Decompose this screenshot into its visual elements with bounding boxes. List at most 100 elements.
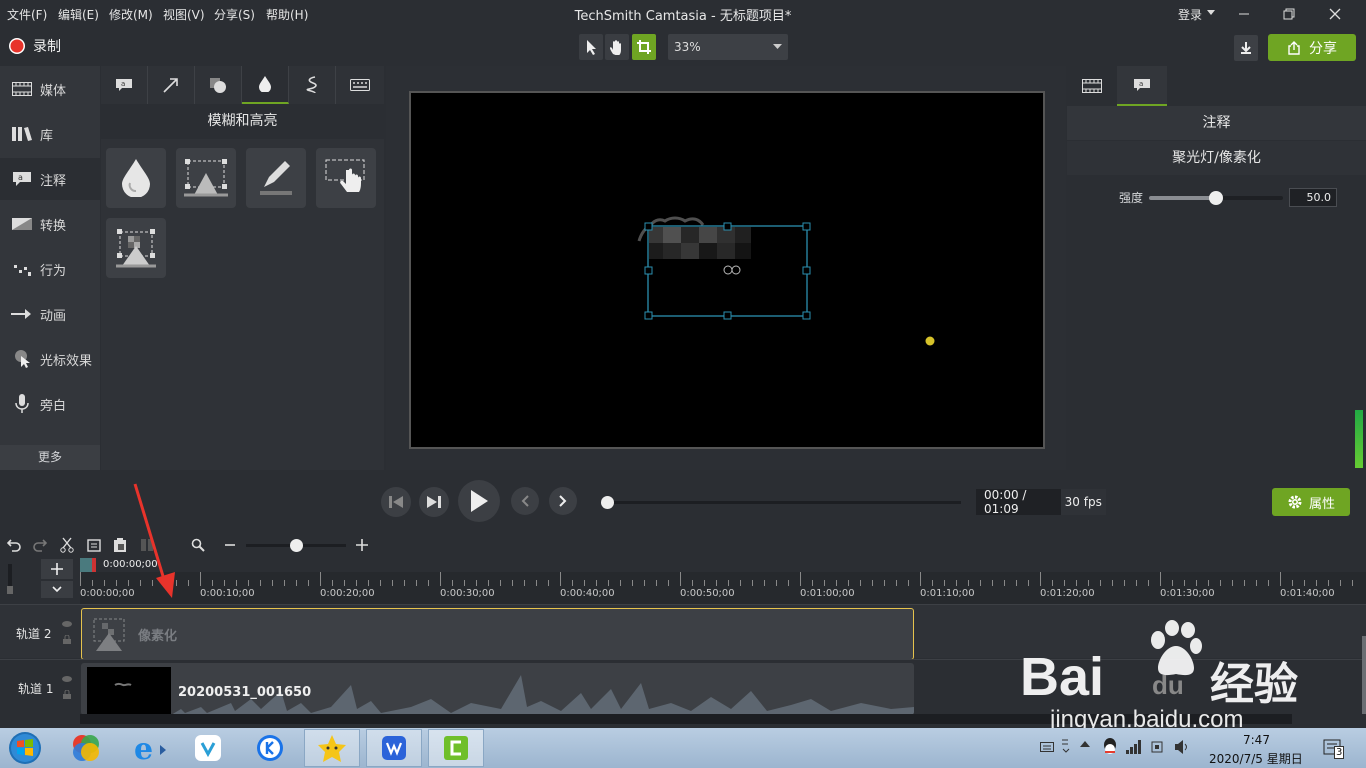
taskbar-app-k[interactable] [242, 729, 298, 767]
menu-help[interactable]: 帮助(H) [266, 6, 308, 23]
scissors-icon[interactable] [60, 537, 74, 553]
film-icon [10, 82, 34, 96]
tab-callouts[interactable]: a [101, 66, 148, 104]
pixelate-clip[interactable]: 像素化 [81, 608, 914, 660]
share-button[interactable]: 分享 [1268, 34, 1356, 61]
magnet-icon[interactable] [6, 564, 14, 596]
tab-blur-highlight[interactable] [242, 66, 289, 104]
eye-icon[interactable] [62, 676, 72, 682]
intensity-input[interactable]: 50.0 [1289, 188, 1337, 207]
menu-share[interactable]: 分享(S) [214, 6, 255, 23]
timeline-ruler[interactable]: 0:00:00;00 0:00:00;00 0:00:10;00 0:00:20;0… [80, 558, 1366, 604]
tab-shapes[interactable] [195, 66, 242, 104]
menu-edit[interactable]: 编辑(E) [58, 6, 99, 23]
ruler-tick-mark [104, 580, 105, 586]
tab-annotation-properties[interactable]: a [1117, 66, 1167, 106]
search-icon[interactable] [191, 538, 205, 552]
undo-icon[interactable] [7, 538, 21, 552]
eye-icon[interactable] [62, 621, 72, 627]
minimize-icon[interactable] [1238, 8, 1250, 20]
clock-time[interactable]: 7:47 [1243, 733, 1270, 747]
notification-center[interactable]: 3 [1322, 738, 1345, 759]
menu-file[interactable]: 文件(F) [7, 6, 47, 23]
copy-icon[interactable] [87, 538, 101, 552]
select-tool-icon[interactable] [579, 34, 603, 60]
step-forward-icon[interactable] [419, 487, 449, 517]
sidebar-item-media[interactable]: 媒体 [0, 68, 100, 110]
intensity-slider[interactable] [1149, 191, 1283, 205]
qq-icon[interactable] [1102, 737, 1118, 757]
restore-icon[interactable] [1283, 8, 1295, 20]
power-icon[interactable] [1150, 740, 1166, 754]
tab-sketch-motion[interactable] [289, 66, 336, 104]
menu-view[interactable]: 视图(V) [163, 6, 205, 23]
sidebar-item-annotations[interactable]: a 注释 [0, 158, 100, 200]
pixelate-tile[interactable] [106, 218, 166, 278]
tab-visual-properties[interactable] [1067, 66, 1117, 106]
collapse-tracks-button[interactable] [41, 581, 73, 598]
timeline-vscrollbar[interactable] [1362, 636, 1366, 714]
close-icon[interactable] [1329, 8, 1341, 20]
signal-icon[interactable] [1126, 740, 1142, 754]
sidebar-item-animations[interactable]: 动画 [0, 293, 100, 335]
ruler-tick-mark [200, 572, 201, 586]
interactive-hotspot-tile[interactable] [316, 148, 376, 208]
timeline-zoom-knob[interactable] [290, 539, 303, 552]
zoom-select[interactable]: 33% [668, 34, 788, 60]
properties-button[interactable]: 属性 [1272, 488, 1350, 516]
sidebar-item-transitions[interactable]: 转换 [0, 203, 100, 245]
start-button[interactable] [4, 729, 46, 767]
volume-icon[interactable] [1175, 740, 1189, 754]
lock-icon[interactable] [63, 690, 71, 699]
zoom-in-icon[interactable] [356, 538, 368, 552]
clip-label: 像素化 [138, 628, 178, 644]
show-hidden-icons[interactable] [1080, 740, 1090, 748]
keyboard-icon[interactable] [1040, 742, 1054, 752]
annotation-icon: a [10, 171, 34, 187]
crop-tool-icon[interactable] [632, 34, 656, 60]
sidebar-item-cursor-effects[interactable]: 光标效果 [0, 338, 100, 380]
lock-icon[interactable] [63, 635, 71, 644]
properties-subtitle: 聚光灯/像素化 [1067, 141, 1366, 175]
taskbar-app-camtasia[interactable] [428, 729, 484, 767]
language-icon[interactable] [1060, 736, 1072, 758]
ruler-tick-mark [884, 580, 885, 586]
video-clip[interactable]: 20200531_001650 [81, 663, 914, 715]
scrubber-knob[interactable] [601, 496, 614, 509]
intensity-slider-knob[interactable] [1209, 191, 1223, 205]
login-dropdown-icon[interactable] [1207, 10, 1215, 16]
spotlight-tile[interactable] [176, 148, 236, 208]
clock-date[interactable]: 2020/7/5 星期日 [1209, 750, 1303, 767]
taskbar-app-star[interactable] [304, 729, 360, 767]
play-button[interactable] [458, 480, 500, 522]
zoom-out-icon[interactable] [225, 538, 235, 552]
sidebar-item-narration[interactable]: 旁白 [0, 383, 100, 425]
add-track-button[interactable] [41, 559, 73, 579]
more-button[interactable]: 更多 [0, 445, 100, 470]
blur-tile[interactable] [106, 148, 166, 208]
playhead-handle[interactable] [80, 558, 92, 572]
menu-modify[interactable]: 修改(M) [109, 6, 153, 23]
next-marker-icon[interactable] [549, 487, 577, 515]
taskbar-app-v[interactable] [180, 729, 236, 767]
sidebar-item-behaviors[interactable]: 行为 [0, 248, 100, 290]
login-menu[interactable]: 登录 [1178, 6, 1202, 23]
tab-keystrokes[interactable] [336, 66, 383, 104]
film-icon [1082, 79, 1102, 93]
paste-icon[interactable] [113, 537, 127, 553]
record-button[interactable]: 录制 [8, 36, 61, 56]
scrubber-track[interactable] [607, 501, 961, 504]
pan-tool-icon[interactable] [605, 34, 629, 60]
tab-arrows[interactable] [148, 66, 195, 104]
taskbar-ie-browser[interactable]: e [122, 729, 178, 767]
previous-marker-icon[interactable] [511, 487, 539, 515]
highlight-tile[interactable] [246, 148, 306, 208]
preview-canvas[interactable] [409, 91, 1045, 449]
sidebar-item-library[interactable]: 库 [0, 113, 100, 155]
download-icon[interactable] [1234, 35, 1258, 61]
redo-icon[interactable] [33, 538, 47, 552]
previous-frame-icon[interactable] [381, 487, 411, 517]
taskbar-app-wps[interactable] [366, 729, 422, 767]
taskbar-app-launcher[interactable] [58, 729, 114, 767]
timeline-hscrollbar[interactable] [80, 714, 1292, 724]
